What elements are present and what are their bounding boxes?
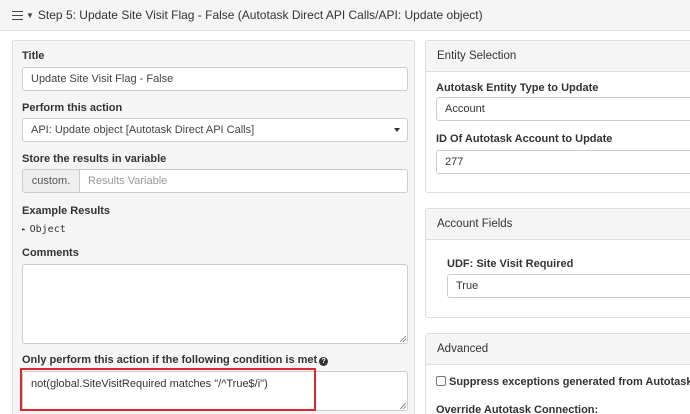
title-input[interactable]: Update Site Visit Flag - False xyxy=(22,67,408,91)
example-results-label: Example Results xyxy=(22,205,111,217)
resize-handle[interactable] xyxy=(400,403,406,409)
account-fields-panel: Account Fields UDF: Site Visit Required … xyxy=(425,208,690,318)
account-id-input[interactable]: 277 xyxy=(436,150,690,174)
advanced-heading: Advanced xyxy=(426,334,690,365)
udf-site-visit-value: True xyxy=(456,280,479,292)
entity-type-value: Account xyxy=(445,103,485,115)
advanced-panel: Advanced Suppress exceptions generated f… xyxy=(425,333,690,414)
suppress-exceptions-checkbox[interactable] xyxy=(436,376,446,386)
entity-selection-panel: Entity Selection Autotask Entity Type to… xyxy=(425,40,690,193)
suppress-exceptions-label: Suppress exceptions generated from Autot… xyxy=(449,376,690,388)
step-header[interactable]: ▼ Step 5: Update Site Visit Flag - False… xyxy=(0,0,690,31)
store-variable-group: custom. Results Variable xyxy=(22,169,408,193)
condition-highlight xyxy=(20,368,316,411)
account-fields-heading: Account Fields xyxy=(426,209,690,240)
account-id-label: ID Of Autotask Account to Update xyxy=(436,133,613,145)
chevron-down-icon xyxy=(394,128,400,132)
title-label: Title xyxy=(22,50,45,62)
caret-down-icon[interactable]: ▼ xyxy=(26,11,34,20)
action-label: Perform this action xyxy=(22,102,123,114)
action-select-value: API: Update object [Autotask Direct API … xyxy=(31,124,255,136)
entity-type-label: Autotask Entity Type to Update xyxy=(436,82,599,94)
resize-handle[interactable] xyxy=(400,336,406,342)
override-connection-label: Override Autotask Connection: xyxy=(436,404,599,414)
condition-label-text: Only perform this action if the followin… xyxy=(22,354,318,366)
account-id-value: 277 xyxy=(445,156,464,168)
entity-type-select[interactable]: Account xyxy=(436,97,690,121)
udf-site-visit-label: UDF: Site Visit Required xyxy=(447,258,574,270)
comments-textarea[interactable] xyxy=(22,264,408,344)
condition-label: Only perform this action if the followin… xyxy=(22,354,329,366)
comments-label: Comments xyxy=(22,247,79,259)
triangle-right-icon[interactable]: ► xyxy=(22,226,26,233)
suppress-exceptions-row[interactable]: Suppress exceptions generated from Autot… xyxy=(436,376,690,388)
results-variable-input[interactable]: Results Variable xyxy=(80,169,408,193)
hamburger-icon[interactable] xyxy=(12,10,23,20)
variable-prefix: custom. xyxy=(22,169,80,193)
entity-selection-heading: Entity Selection xyxy=(426,41,690,72)
udf-site-visit-input[interactable]: True xyxy=(447,274,690,298)
step-title: Step 5: Update Site Visit Flag - False (… xyxy=(37,8,483,22)
question-circle-icon[interactable]: ? xyxy=(319,357,329,366)
results-variable-placeholder: Results Variable xyxy=(88,175,168,187)
step-config-panel: Title Update Site Visit Flag - False Per… xyxy=(12,40,415,414)
action-select[interactable]: API: Update object [Autotask Direct API … xyxy=(22,118,408,142)
title-input-value: Update Site Visit Flag - False xyxy=(31,73,174,85)
store-label: Store the results in variable xyxy=(22,153,167,165)
example-results-tree[interactable]: ► Object xyxy=(22,224,66,235)
example-results-value: Object xyxy=(29,224,66,235)
